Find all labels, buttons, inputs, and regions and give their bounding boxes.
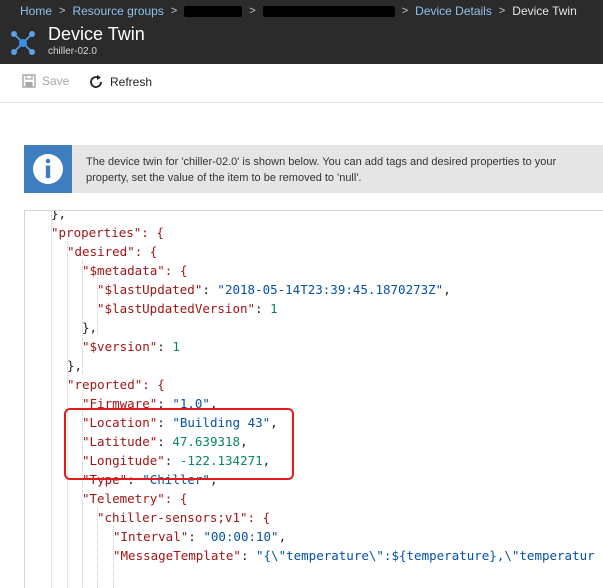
info-line-1: The device twin for 'chiller-02.0' is sh…	[86, 156, 557, 168]
code-line: },	[51, 210, 67, 221]
breadcrumb-separator: >	[59, 5, 66, 17]
code-line: "Telemetry": {	[82, 491, 188, 506]
json-editor[interactable]: }, "properties": { "desired": { "$metada…	[24, 210, 603, 588]
code-line: "$lastUpdated": "2018-05-14T23:39:45.187…	[97, 282, 451, 297]
info-banner: The device twin for 'chiller-02.0' is sh…	[24, 145, 603, 193]
code-line: "chiller-sensors;v1": {	[97, 510, 271, 525]
redacted-text	[262, 5, 395, 17]
breadcrumb: Home > Resource groups > > > Device Deta…	[0, 0, 603, 22]
code-line: "reported": {	[67, 377, 165, 392]
annotation-highlight-box	[64, 408, 294, 480]
breadcrumb-separator: >	[170, 5, 178, 17]
code-line: "MessageTemplate": "{\"temperature\":${t…	[113, 548, 595, 563]
save-icon	[22, 74, 36, 88]
code-line: "$version": 1	[82, 339, 180, 354]
info-message: The device twin for 'chiller-02.0' is sh…	[86, 154, 556, 186]
breadcrumb-separator: >	[249, 5, 256, 17]
code-line: "$metadata": {	[82, 263, 188, 278]
info-icon	[33, 154, 63, 184]
breadcrumb-resource-groups[interactable]: Resource groups	[72, 4, 163, 18]
page-title: Device Twin	[48, 24, 145, 44]
breadcrumb-separator: >	[401, 5, 409, 17]
info-line-2: property, set the value of the item to b…	[86, 172, 362, 184]
breadcrumb-separator: >	[498, 5, 506, 17]
code-line: "Interval": "00:00:10",	[113, 529, 287, 544]
portal-header: Home > Resource groups > > > Device Deta…	[0, 0, 603, 64]
code-line: "$lastUpdatedVersion": 1	[97, 301, 278, 316]
save-label: Save	[42, 74, 70, 88]
breadcrumb-device-details[interactable]: Device Details	[415, 4, 492, 18]
iot-device-icon	[11, 31, 35, 55]
code-line: },	[82, 320, 98, 335]
indent-guide	[51, 211, 52, 588]
refresh-button[interactable]: Refresh	[88, 74, 152, 90]
code-line: },	[67, 358, 83, 373]
refresh-label: Refresh	[110, 75, 153, 89]
page-subtitle: chiller-02.0	[48, 46, 97, 57]
redacted-text	[184, 5, 243, 17]
code-line: "desired": {	[67, 244, 158, 259]
breadcrumb-home[interactable]: Home	[20, 4, 52, 18]
info-icon-box	[24, 145, 72, 193]
command-bar: Save Refresh	[0, 64, 603, 103]
refresh-icon	[90, 75, 102, 88]
code-line: "properties": {	[51, 225, 164, 240]
breadcrumb-current: Device Twin	[512, 4, 577, 18]
save-button[interactable]: Save	[22, 74, 69, 88]
